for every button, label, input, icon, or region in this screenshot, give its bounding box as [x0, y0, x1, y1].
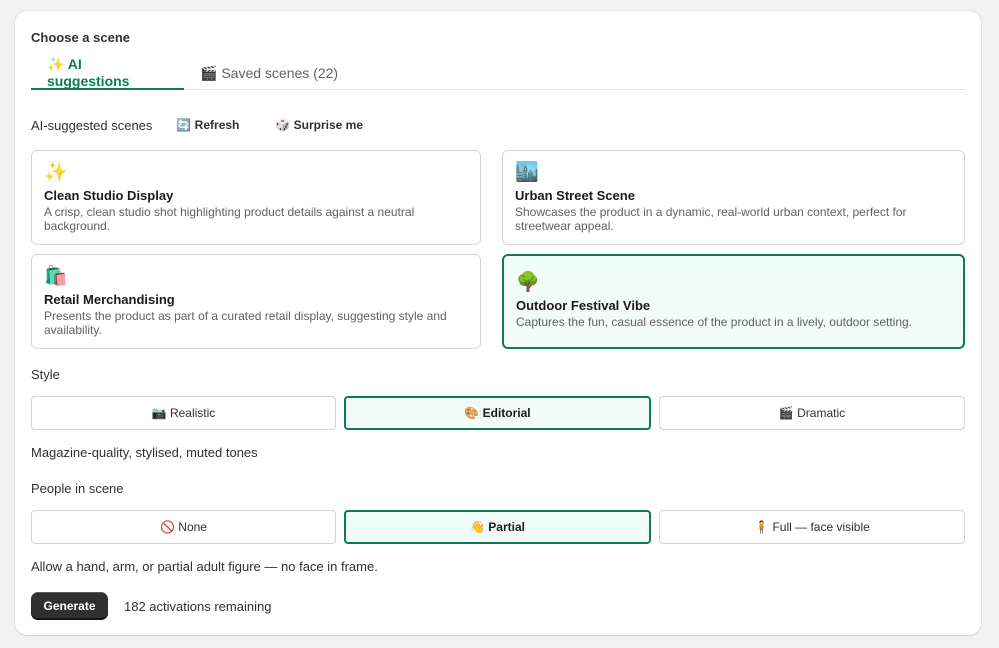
scene-description: Showcases the product in a dynamic, real…: [515, 205, 907, 233]
tree-icon: 🌳: [516, 272, 540, 293]
people-option-partial[interactable]: 👋 Partial: [344, 510, 651, 544]
surprise-me-button[interactable]: 🎲 Surprise me: [275, 118, 363, 132]
cityscape-icon: 🏙️: [515, 162, 539, 183]
scene-title: Clean Studio Display: [44, 188, 174, 203]
style-option-dramatic[interactable]: 🎬 Dramatic: [659, 396, 965, 430]
style-segmented-control: 📷 Realistic 🎨 Editorial 🎬 Dramatic: [31, 396, 965, 430]
scene-description: Presents the product as part of a curate…: [44, 309, 447, 337]
scene-grid: ✨ Clean Studio Display A crisp, clean st…: [31, 150, 965, 349]
people-option-full[interactable]: 🧍 Full — face visible: [659, 510, 965, 544]
scene-description: A crisp, clean studio shot highlighting …: [44, 205, 415, 233]
style-label: Style: [31, 367, 60, 382]
scene-description: Captures the fun, casual essence of the …: [516, 315, 913, 329]
tab-saved-scenes[interactable]: 🎬 Saved scenes (22): [184, 57, 354, 90]
shopping-bags-icon: 🛍️: [44, 266, 68, 287]
suggestions-label: AI-suggested scenes: [31, 117, 153, 133]
tab-bar: ✨ AI suggestions 🎬 Saved scenes (22): [31, 56, 965, 90]
scene-title: Retail Merchandising: [44, 292, 175, 307]
tab-ai-suggestions[interactable]: ✨ AI suggestions: [31, 56, 184, 90]
scene-picker-card: Choose a scene ✨ AI suggestions 🎬 Saved …: [15, 11, 981, 635]
people-option-none[interactable]: 🚫 None: [31, 510, 336, 544]
sparkles-icon: ✨: [44, 162, 68, 183]
scene-title: Outdoor Festival Vibe: [516, 298, 651, 313]
page-title: Choose a scene: [31, 30, 130, 45]
style-option-editorial[interactable]: 🎨 Editorial: [344, 396, 651, 430]
refresh-button[interactable]: 🔄 Refresh: [176, 118, 239, 132]
generate-button[interactable]: Generate: [31, 592, 108, 620]
style-helper-text: Magazine-quality, stylised, muted tones: [31, 445, 258, 460]
activations-remaining: 182 activations remaining: [124, 598, 272, 614]
scene-card-urban-street[interactable]: 🏙️ Urban Street Scene Showcases the prod…: [502, 150, 965, 245]
style-option-realistic[interactable]: 📷 Realistic: [31, 396, 336, 430]
scene-card-retail-merchandising[interactable]: 🛍️ Retail Merchandising Presents the pro…: [31, 254, 481, 349]
footer-actions: Generate 182 activations remaining: [31, 592, 271, 620]
scene-title: Urban Street Scene: [515, 188, 635, 203]
suggestions-toolbar: AI-suggested scenes 🔄 Refresh 🎲 Surprise…: [31, 115, 363, 135]
scene-card-outdoor-festival[interactable]: 🌳 Outdoor Festival Vibe Captures the fun…: [502, 254, 965, 349]
scene-card-clean-studio[interactable]: ✨ Clean Studio Display A crisp, clean st…: [31, 150, 481, 245]
people-label: People in scene: [31, 481, 124, 496]
people-segmented-control: 🚫 None 👋 Partial 🧍 Full — face visible: [31, 510, 965, 544]
people-helper-text: Allow a hand, arm, or partial adult figu…: [31, 559, 378, 574]
